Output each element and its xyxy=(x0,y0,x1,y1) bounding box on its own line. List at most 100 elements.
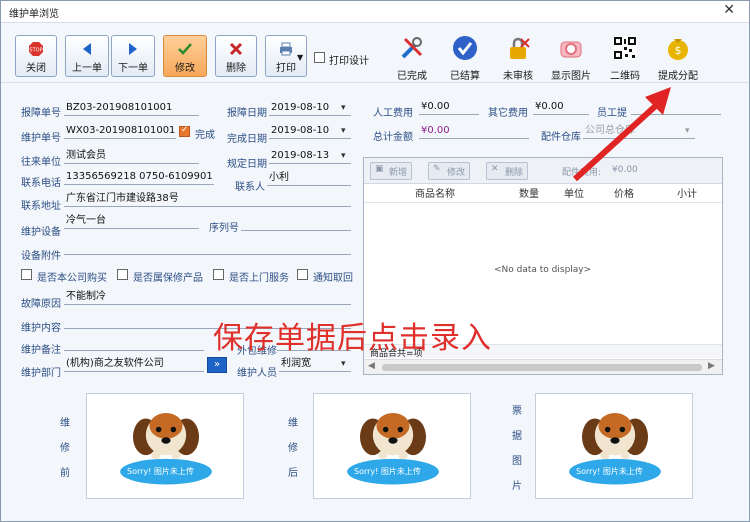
unreviewed-button[interactable]: 未审核 xyxy=(490,31,546,82)
grid-add-button[interactable]: ▣ 新增 xyxy=(370,162,413,180)
grid-edit-button[interactable]: ✎ 修改 xyxy=(428,162,471,180)
labor-field[interactable]: ¥0.00 xyxy=(419,99,479,115)
arrow-left-icon xyxy=(83,43,91,55)
opt3-checkbox[interactable] xyxy=(213,269,224,280)
svg-text:$: $ xyxy=(675,44,682,57)
report-date-field[interactable]: 2019-08-10 xyxy=(269,100,351,116)
chevron-down-icon[interactable]: ▾ xyxy=(341,126,346,136)
due-date-label: 规定日期 xyxy=(227,159,267,170)
money-bag-icon: $ xyxy=(668,39,688,60)
chevron-down-icon[interactable]: ▾ xyxy=(341,359,346,369)
before-label: 维 修 前 xyxy=(60,418,70,479)
due-date-field[interactable]: 2019-08-13 xyxy=(269,148,351,164)
unit-field[interactable]: 测试会员 xyxy=(64,148,199,164)
window: 维护单浏览 ✕ STOP 关闭 上一单 下一单 修改 删除 打印 ▼ 打印设计 … xyxy=(0,0,750,522)
dog-placeholder-icon xyxy=(569,413,661,485)
settled-button[interactable]: 已结算 xyxy=(437,31,493,82)
receipt-label: 票 据 图 片 xyxy=(512,406,522,492)
phone-label: 联系电话 xyxy=(21,178,61,189)
opt1-checkbox[interactable] xyxy=(21,269,32,280)
window-title: 维护单浏览 xyxy=(9,9,59,20)
dept-field[interactable]: (机构)商之友软件公司 xyxy=(64,356,204,372)
serial-field[interactable] xyxy=(241,215,351,231)
close-icon[interactable]: ✕ xyxy=(723,2,735,18)
toolbar: STOP 关闭 上一单 下一单 修改 删除 打印 ▼ 打印设计 已完成 已结算 … xyxy=(1,23,749,83)
phone-field[interactable]: 13356569218 0750-6109901 xyxy=(64,169,214,185)
tools-icon xyxy=(401,37,423,59)
opt4-checkbox[interactable] xyxy=(297,269,308,280)
attachment-field[interactable] xyxy=(64,239,351,255)
scroll-right-icon[interactable]: ▶ xyxy=(708,361,715,371)
camera-icon xyxy=(560,41,582,58)
lock-icon xyxy=(510,37,530,59)
grid-scrollbar[interactable]: ◀ ▶ xyxy=(364,359,722,374)
col-name[interactable]: 商品名称 xyxy=(364,185,506,201)
commission-button[interactable]: $ 提成分配 xyxy=(650,31,706,82)
done-check-label: 完成 xyxy=(195,130,215,141)
show-image-button[interactable]: 显示图片 xyxy=(543,31,599,82)
staff-label: 维护人员 xyxy=(237,368,277,379)
labor-label: 人工费用 xyxy=(373,108,413,119)
opt2-checkbox[interactable] xyxy=(117,269,128,280)
remark-label: 维护备注 xyxy=(21,345,61,356)
fault-field[interactable]: 不能制冷 xyxy=(64,289,351,305)
address-field[interactable]: 广东省江门市建设路38号 xyxy=(64,191,351,207)
opt4-label: 通知取回 xyxy=(313,273,353,284)
print-dropdown-icon[interactable]: ▼ xyxy=(297,53,303,62)
empty-message: <No data to display> xyxy=(494,265,592,275)
edit-button[interactable]: 修改 xyxy=(163,35,207,77)
dog-placeholder-icon xyxy=(347,413,439,485)
photo-after[interactable]: Sorry! 图片未上传 xyxy=(313,393,471,499)
annotation-text: 保存单据后点击录入 xyxy=(213,321,492,356)
content-label: 维护内容 xyxy=(21,323,61,334)
qrcode-icon xyxy=(613,36,637,60)
annotation-arrow-icon xyxy=(572,87,671,182)
opt2-label: 是否属保修产品 xyxy=(133,273,203,284)
stop-icon: STOP xyxy=(29,42,43,56)
address-label: 联系地址 xyxy=(21,201,61,212)
select-dept-button[interactable]: » xyxy=(207,357,227,373)
done-checkbox[interactable] xyxy=(179,125,190,137)
photo-before[interactable]: Sorry! 图片未上传 xyxy=(86,393,244,499)
contact-field[interactable]: 小利 xyxy=(267,170,351,186)
grid-header-divider xyxy=(364,202,722,203)
finish-date-label: 完成日期 xyxy=(227,134,267,145)
delete-button[interactable]: 删除 xyxy=(215,35,257,77)
scroll-thumb[interactable] xyxy=(382,364,702,371)
total-label: 总计金额 xyxy=(373,132,413,143)
placeholder-text: Sorry! 图片未上传 xyxy=(127,467,194,476)
plus-icon: ▣ xyxy=(375,164,384,174)
scroll-left-icon[interactable]: ◀ xyxy=(368,361,375,371)
total-field: ¥0.00 xyxy=(419,123,529,139)
placeholder-text: Sorry! 图片未上传 xyxy=(354,467,421,476)
grid-delete-button[interactable]: ✕ 删除 xyxy=(486,162,529,180)
repair-no-label: 维护单号 xyxy=(21,133,61,144)
attachment-label: 设备附件 xyxy=(21,251,61,262)
chevron-down-icon[interactable]: ▾ xyxy=(341,103,346,113)
device-field[interactable]: 冷气一台 xyxy=(64,213,199,229)
next-button[interactable]: 下一单 xyxy=(111,35,155,77)
prev-button[interactable]: 上一单 xyxy=(65,35,109,77)
printer-icon xyxy=(280,42,292,56)
chevron-down-icon[interactable]: ▾ xyxy=(341,151,346,161)
repair-no-field[interactable]: WX03-201908101001 xyxy=(64,123,176,139)
print-design-checkbox[interactable] xyxy=(314,52,325,63)
pencil-icon: ✎ xyxy=(433,164,441,174)
photo-receipt[interactable]: Sorry! 图片未上传 xyxy=(535,393,693,499)
title-bar: 维护单浏览 ✕ xyxy=(1,1,749,23)
check-circle-icon xyxy=(453,36,477,60)
dog-placeholder-icon xyxy=(120,413,212,485)
after-label: 维 修 后 xyxy=(288,418,298,479)
other-label: 其它费用 xyxy=(488,108,528,119)
report-date-label: 报障日期 xyxy=(227,108,267,119)
remark-field[interactable] xyxy=(64,335,204,351)
device-label: 维护设备 xyxy=(21,227,61,238)
serial-label: 序列号 xyxy=(209,223,239,234)
col-qty[interactable]: 数量 xyxy=(506,185,552,201)
close-button[interactable]: STOP 关闭 xyxy=(15,35,57,77)
report-no-field[interactable]: BZ03-201908101001 xyxy=(64,100,199,116)
finish-date-field[interactable]: 2019-08-10 xyxy=(269,123,351,139)
report-no-label: 报障单号 xyxy=(21,108,61,119)
done-button[interactable]: 已完成 xyxy=(384,31,440,82)
qrcode-button[interactable]: 二维码 xyxy=(597,31,653,82)
